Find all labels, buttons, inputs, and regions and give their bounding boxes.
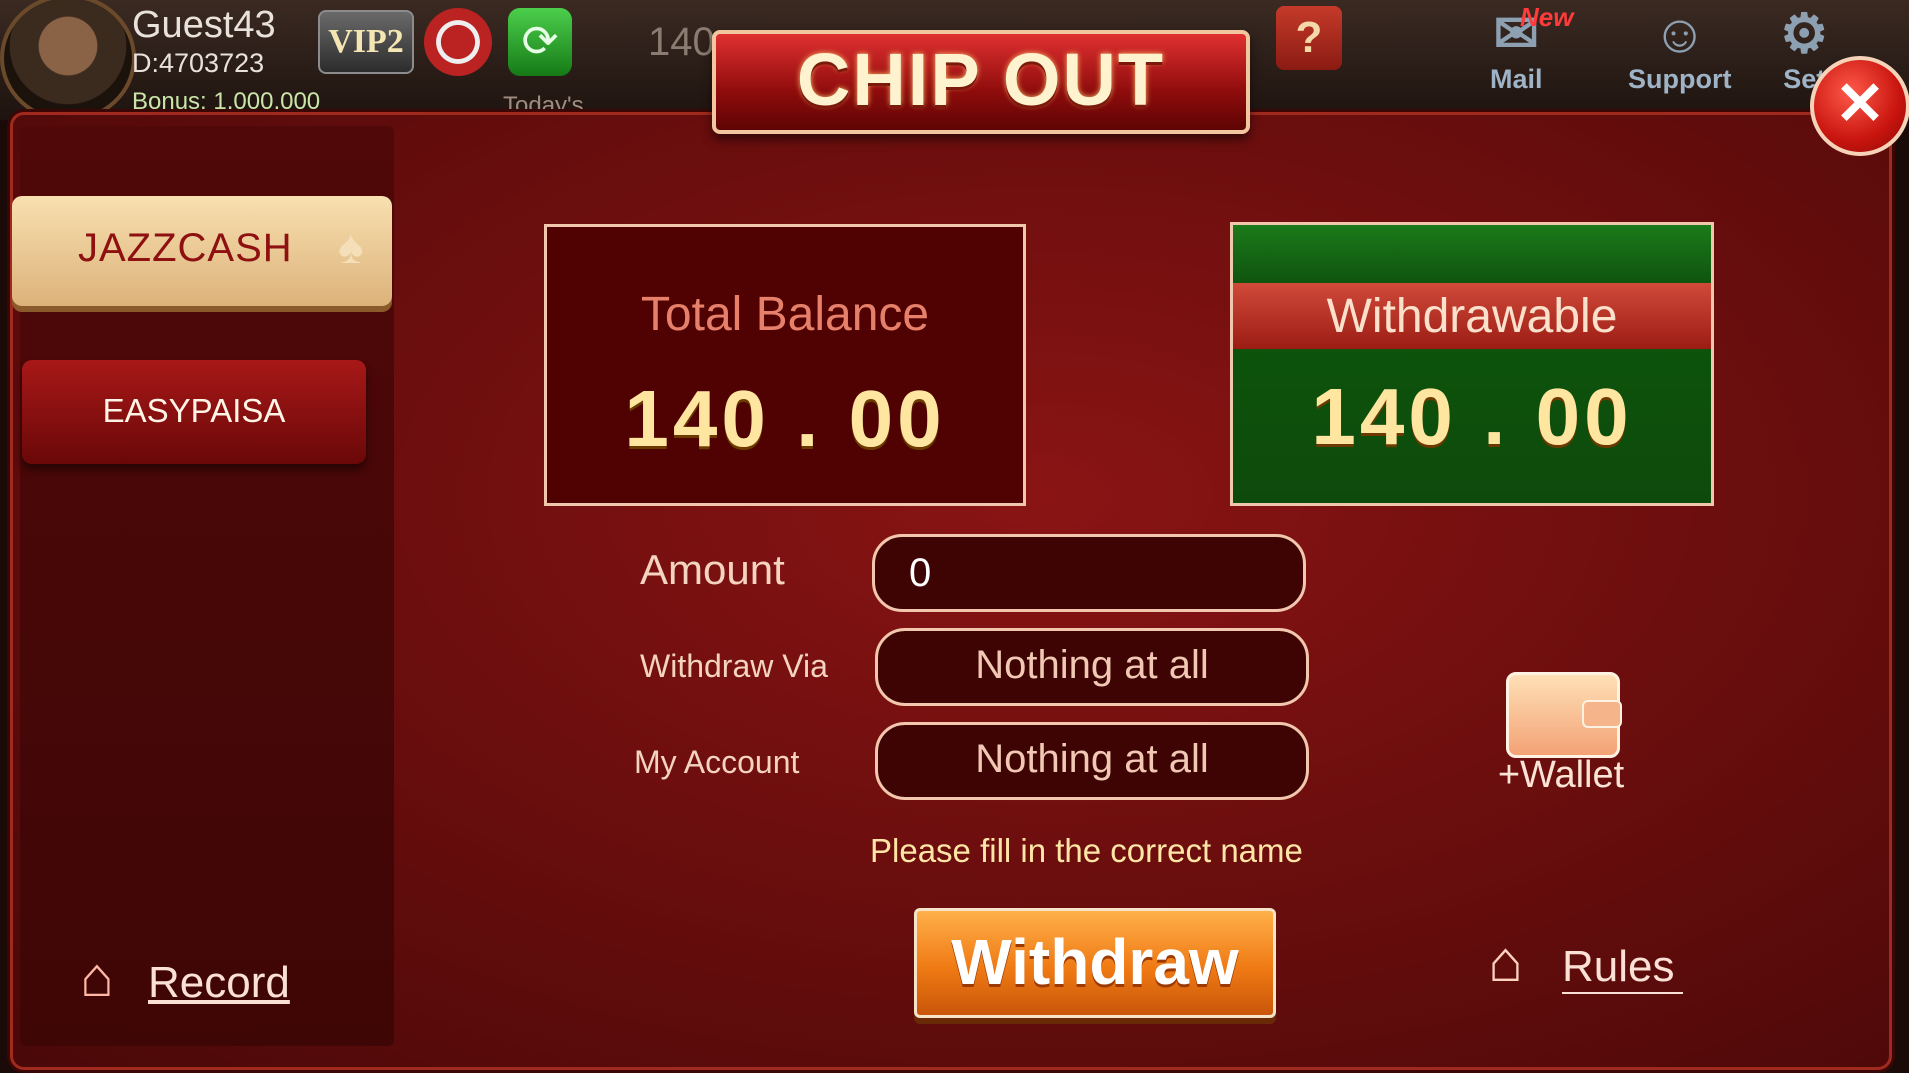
tab-easypaisa[interactable]: EASYPAISA — [22, 360, 366, 464]
refresh-icon[interactable]: ⟳ — [508, 8, 572, 76]
withdraw-button[interactable]: Withdraw — [914, 908, 1276, 1018]
background-balance: 140 — [648, 20, 715, 64]
player-name: Guest43 — [132, 4, 276, 46]
rules-icon: ⌂ — [1488, 929, 1524, 994]
withdrawable-label: Withdrawable — [1326, 290, 1618, 343]
avatar[interactable] — [0, 0, 136, 122]
add-wallet-button[interactable]: +Wallet — [1486, 652, 1636, 800]
record-label: Record — [148, 958, 290, 1007]
total-balance-label: Total Balance — [640, 288, 930, 341]
withdraw-via-value: Nothing at all — [975, 643, 1209, 687]
vip-badge[interactable]: VIP2 — [318, 10, 414, 74]
mail-label: Mail — [1490, 64, 1543, 94]
withdrawable-value: 140 . 00 — [1311, 372, 1633, 461]
chip-icon[interactable] — [424, 8, 492, 76]
support-label: Support — [1628, 64, 1732, 94]
player-id: D:4703723 — [132, 48, 265, 78]
record-icon: ⌂ — [80, 945, 114, 1008]
withdraw-via-label: Withdraw Via — [640, 648, 828, 684]
new-badge: New — [1520, 2, 1574, 32]
help-button[interactable]: ? — [1276, 6, 1342, 70]
my-account-select[interactable]: Nothing at all — [875, 722, 1309, 800]
my-account-label: My Account — [634, 744, 800, 780]
withdraw-via-select[interactable]: Nothing at all — [875, 628, 1309, 706]
spade-icon: ♠ — [338, 221, 364, 274]
name-hint: Please fill in the correct name — [870, 832, 1303, 869]
withdrawable-panel: Withdrawable 140 . 00 — [1230, 222, 1714, 506]
tab-jazzcash[interactable]: JAZZCASH ♠ — [12, 196, 392, 306]
support-button[interactable]: ☺ Support — [1628, 4, 1731, 95]
tab-easypaisa-label: EASYPAISA — [102, 392, 286, 429]
amount-input[interactable]: 0 — [872, 534, 1306, 612]
my-account-value: Nothing at all — [975, 737, 1209, 781]
amount-value: 0 — [909, 551, 932, 595]
close-button[interactable]: ✕ — [1810, 56, 1909, 156]
add-wallet-label: +Wallet — [1497, 754, 1625, 796]
withdraw-label: Withdraw — [951, 926, 1239, 998]
amount-label: Amount — [640, 546, 785, 593]
dialog-title-banner: CHIP OUT — [712, 30, 1250, 134]
tab-jazzcash-label: JAZZCASH — [78, 226, 293, 270]
support-icon: ☺ — [1652, 4, 1708, 64]
total-balance-value: 140 . 00 — [624, 374, 946, 463]
total-balance-panel: Total Balance 140 . 00 — [544, 224, 1026, 506]
gear-icon: ⚙ — [1780, 4, 1829, 64]
dialog-title: CHIP OUT — [796, 38, 1166, 121]
rules-label: Rules — [1562, 942, 1683, 994]
